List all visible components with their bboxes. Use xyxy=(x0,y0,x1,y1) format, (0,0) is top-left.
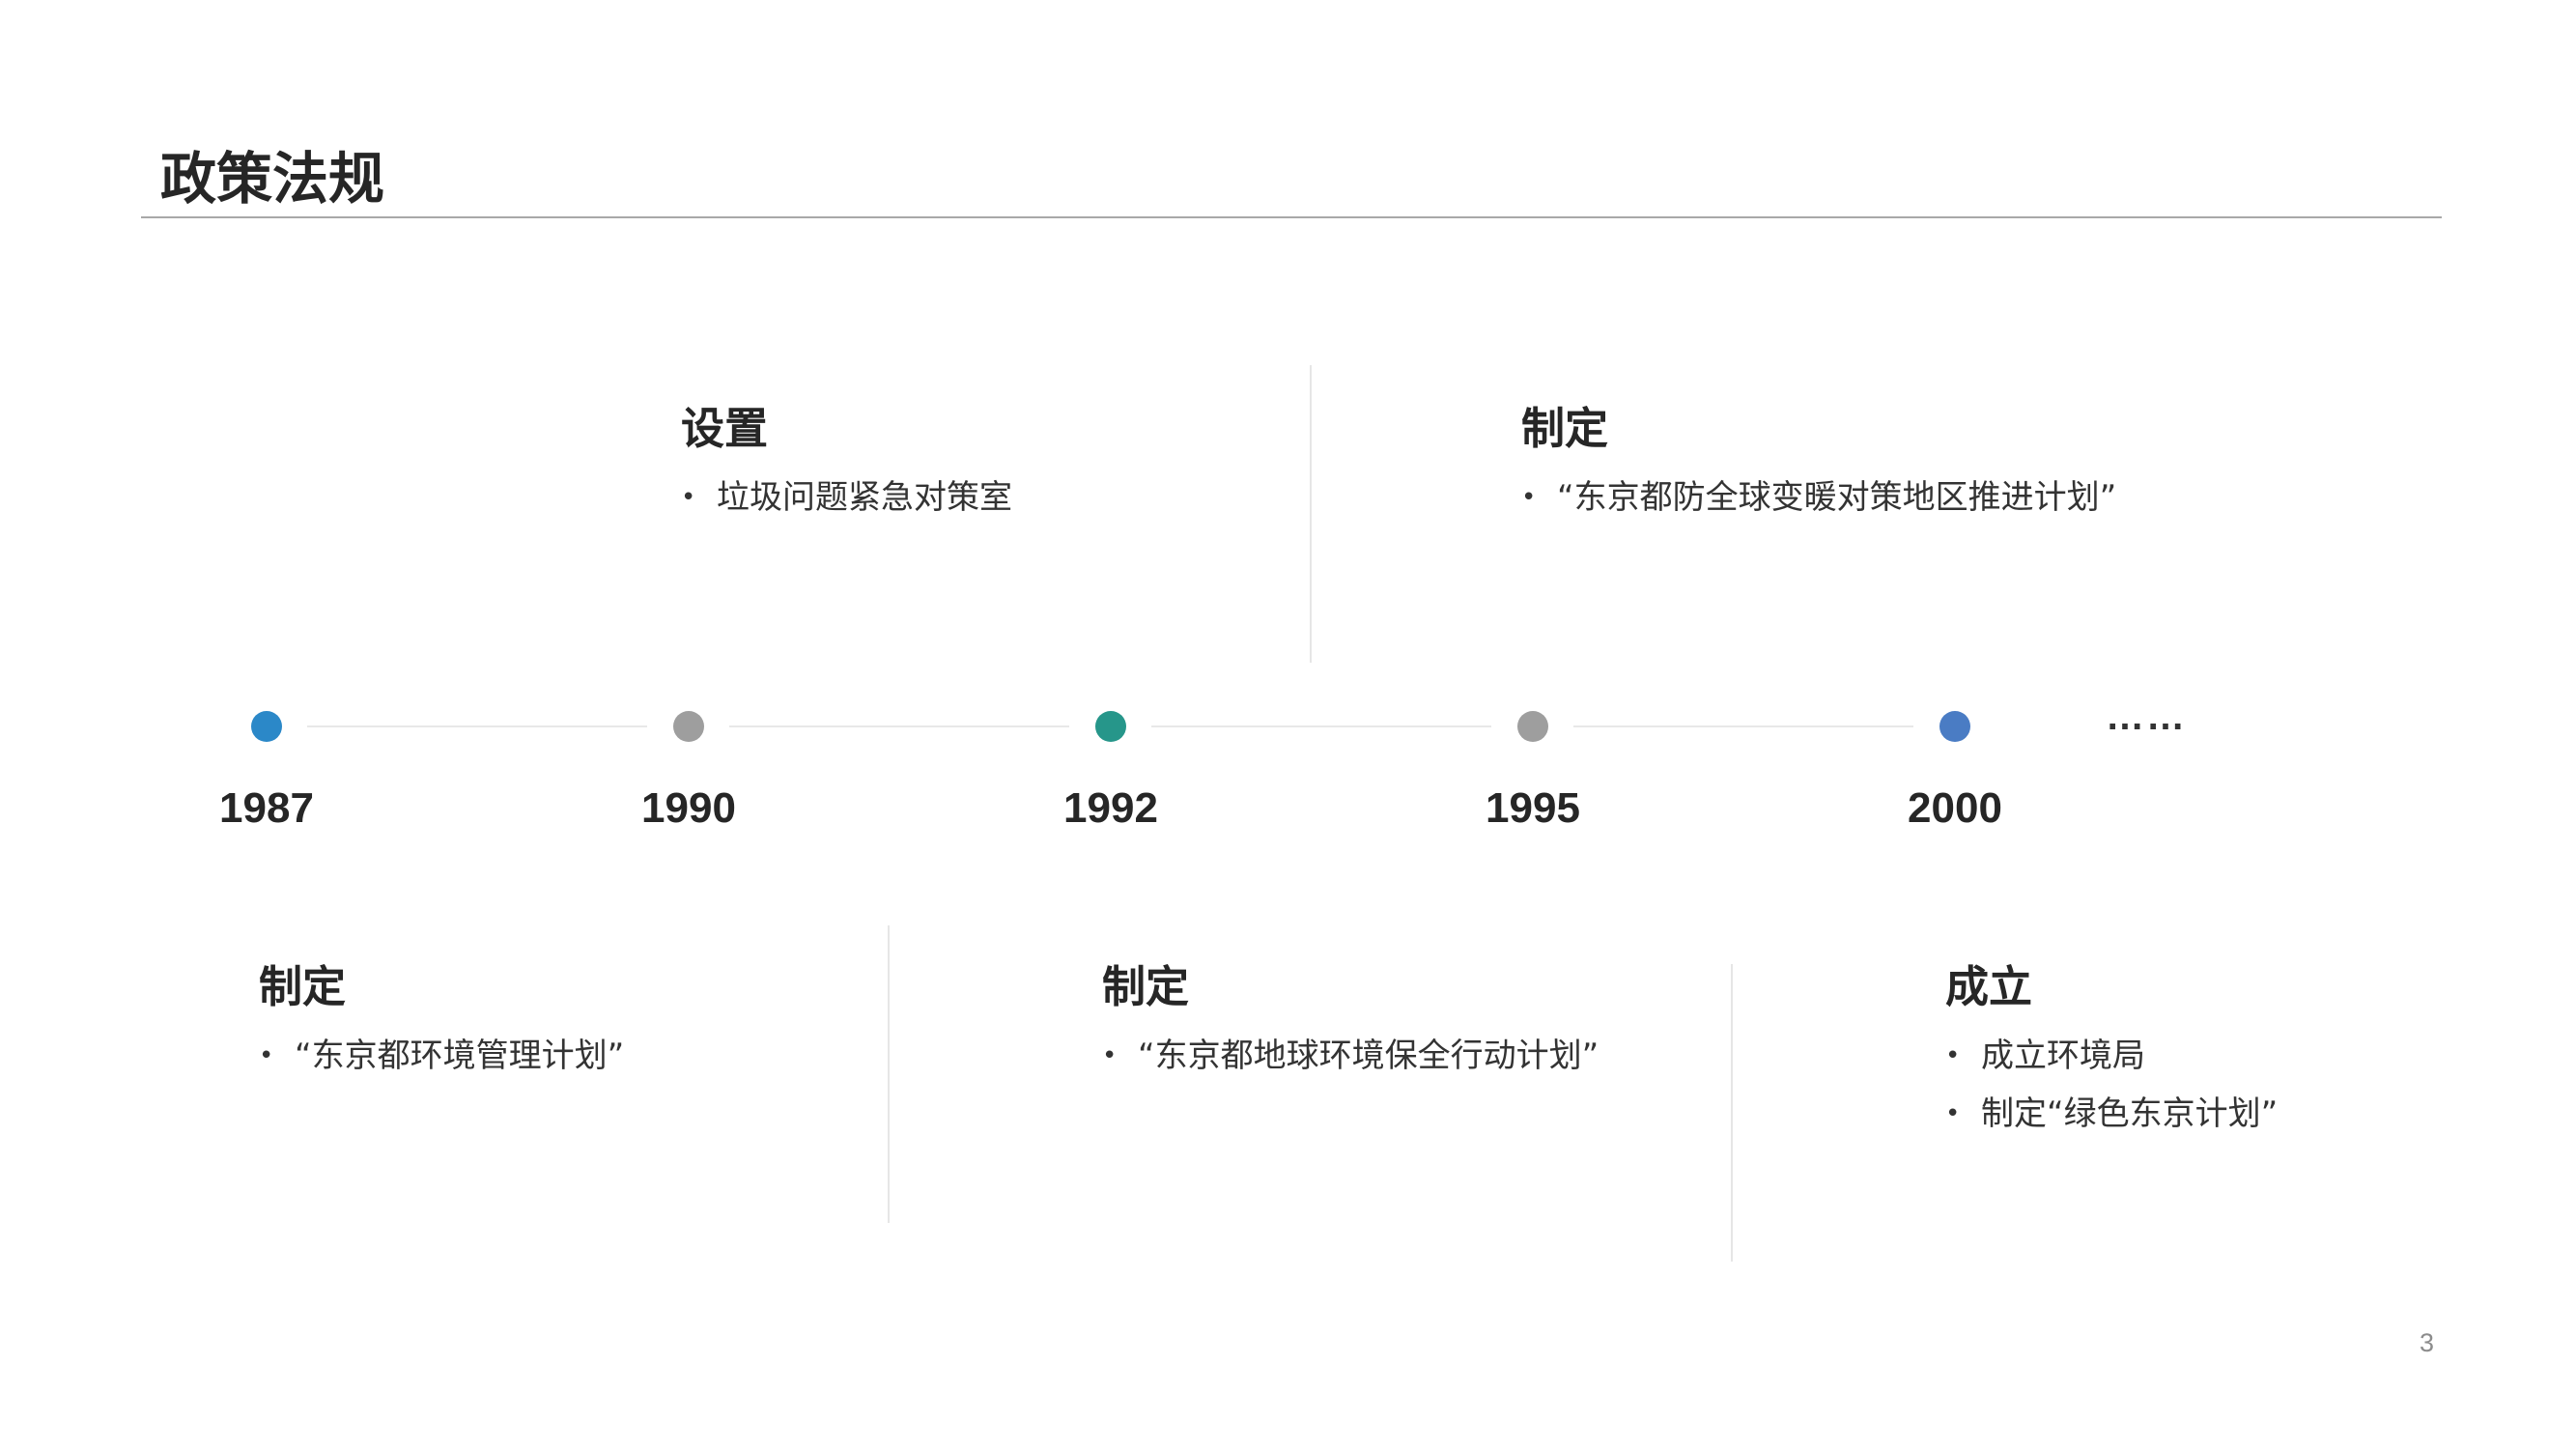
event-card-1987: 制定 • “东京都环境管理计划” xyxy=(259,960,624,1092)
event-list: • “东京都环境管理计划” xyxy=(259,1034,624,1078)
list-item: • “东京都地球环境保全行动计划” xyxy=(1102,1034,1599,1078)
timeline-connector xyxy=(1573,725,1913,727)
list-item: • 制定“绿色东京计划” xyxy=(1945,1092,2278,1136)
event-list: • 成立环境局 • 制定“绿色东京计划” xyxy=(1945,1034,2278,1136)
list-item: • “东京都环境管理计划” xyxy=(259,1034,624,1078)
timeline-dot-1987 xyxy=(251,711,282,742)
bullet-icon: • xyxy=(259,1041,274,1070)
card-divider xyxy=(1731,964,1733,1262)
bullet-icon: • xyxy=(1102,1041,1118,1070)
event-list: • “东京都防全球变暖对策地区推进计划” xyxy=(1521,475,2116,520)
timeline-connector xyxy=(307,725,647,727)
timeline-connector xyxy=(1151,725,1491,727)
timeline-continuation: …… xyxy=(2106,696,2187,738)
card-divider xyxy=(1310,365,1312,663)
bullet-icon: • xyxy=(1945,1041,1961,1070)
timeline-dot-1992 xyxy=(1095,711,1126,742)
bullet-icon: • xyxy=(1521,483,1537,512)
timeline-dot-1990 xyxy=(673,711,704,742)
event-card-2000: 成立 • 成立环境局 • 制定“绿色东京计划” xyxy=(1945,960,2278,1150)
timeline-connector xyxy=(729,725,1069,727)
list-item: • 成立环境局 xyxy=(1945,1034,2278,1078)
event-list: • 垃圾问题紧急对策室 xyxy=(681,475,1012,520)
event-item-text: 垃圾问题紧急对策室 xyxy=(717,478,1012,517)
event-heading: 制定 xyxy=(259,961,347,1012)
year-label-2000: 2000 xyxy=(1908,784,2002,832)
page-number: 3 xyxy=(2419,1328,2434,1357)
event-heading: 成立 xyxy=(1945,961,2033,1012)
bullet-icon: • xyxy=(1945,1099,1961,1128)
timeline-dot-2000 xyxy=(1939,711,1970,742)
bullet-icon: • xyxy=(681,483,696,512)
year-label-1987: 1987 xyxy=(219,784,314,832)
event-item-text: “东京都地球环境保全行动计划” xyxy=(1138,1037,1599,1075)
title-divider xyxy=(141,216,2442,218)
event-item-text: “东京都环境管理计划” xyxy=(295,1037,625,1075)
event-item-text: 制定“绿色东京计划” xyxy=(1981,1094,2279,1133)
event-card-1995: 制定 • “东京都防全球变暖对策地区推进计划” xyxy=(1521,402,2116,533)
page-title: 政策法规 xyxy=(160,146,385,212)
card-divider xyxy=(888,925,890,1223)
event-item-text: 成立环境局 xyxy=(1981,1037,2145,1075)
event-heading: 制定 xyxy=(1521,403,1609,454)
event-item-text: “东京都防全球变暖对策地区推进计划” xyxy=(1557,478,2117,517)
year-label-1990: 1990 xyxy=(641,784,736,832)
event-list: • “东京都地球环境保全行动计划” xyxy=(1102,1034,1599,1078)
event-card-1992: 制定 • “东京都地球环境保全行动计划” xyxy=(1102,960,1599,1092)
timeline-dot-1995 xyxy=(1517,711,1548,742)
event-card-1990: 设置 • 垃圾问题紧急对策室 xyxy=(681,402,1012,533)
event-heading: 设置 xyxy=(681,403,769,454)
year-label-1992: 1992 xyxy=(1063,784,1158,832)
list-item: • “东京都防全球变暖对策地区推进计划” xyxy=(1521,475,2116,520)
list-item: • 垃圾问题紧急对策室 xyxy=(681,475,1012,520)
event-heading: 制定 xyxy=(1102,961,1190,1012)
year-label-1995: 1995 xyxy=(1486,784,1580,832)
